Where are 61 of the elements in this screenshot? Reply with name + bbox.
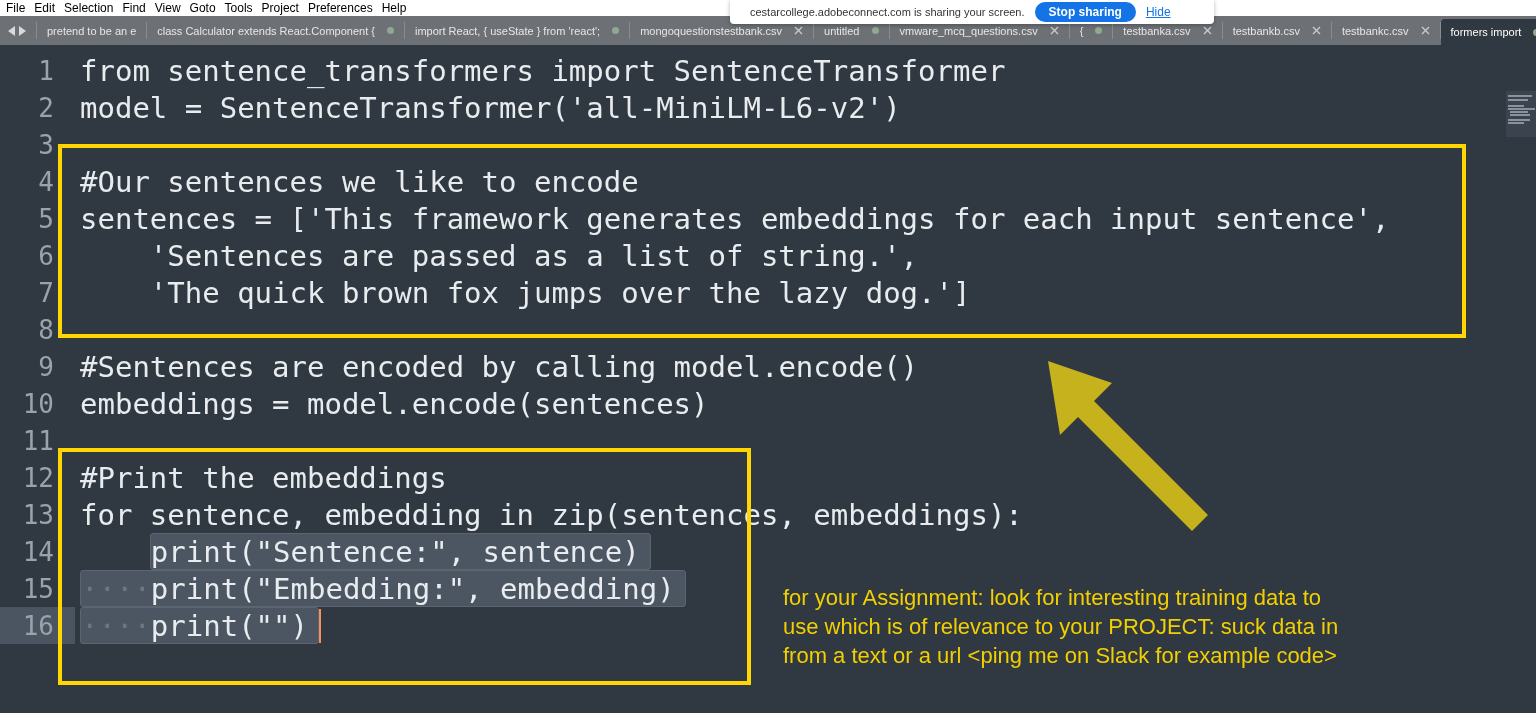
unsaved-dot-icon [386,27,394,34]
file-tab[interactable]: class Calculator extends React.Component { [147,22,405,39]
line-number: 16 [22,610,54,641]
line-number: 12 [22,462,54,493]
close-icon[interactable] [1202,26,1212,35]
menu-item[interactable]: Project [261,1,308,15]
menu-item[interactable]: Preferences [307,1,382,15]
unsaved-dot-icon [871,27,879,34]
menu-item[interactable]: File [6,1,35,15]
unsaved-dot-icon [612,27,620,34]
code-line: from sentence_transformers import SentenceTransformer [80,53,1006,88]
menu-item[interactable]: Selection [64,1,123,15]
file-tab[interactable]: testbankc.csv [1331,22,1441,39]
share-message: cestarcollege.adobeconnect.com is sharing your screen. [750,6,1025,18]
line-number: 15 [22,573,54,604]
menu-item[interactable]: Help [381,1,416,15]
close-icon[interactable] [1311,26,1321,35]
stop-sharing-button[interactable]: Stop sharing [1034,2,1136,22]
unsaved-dot-icon [1095,27,1103,34]
line-number: 5 [38,203,54,234]
close-icon[interactable] [1420,26,1430,35]
close-icon[interactable] [1049,26,1059,35]
line-number: 2 [38,92,54,123]
line-number: 7 [38,277,54,308]
selected-code: print("Sentence:", sentence) [149,533,652,570]
line-number: 10 [22,388,54,419]
file-tab[interactable]: formers import [1440,19,1536,45]
line-number: 9 [38,351,54,382]
line-number: 11 [22,425,54,456]
line-number: 4 [38,166,54,197]
line-number: 13 [22,499,54,530]
menu-item[interactable]: Edit [34,1,65,15]
line-number: 8 [38,314,54,345]
line-number: 3 [38,129,54,160]
hide-link[interactable]: Hide [1145,5,1171,19]
code-line: #Print the embeddings [80,460,447,495]
code-line: sentences = ['This framework generates embeddings for each input sentence', [80,201,1390,236]
code-line: #Sentences are encoded by calling model.encode() [80,349,919,384]
selected-code: ····print("") [80,607,320,644]
code-line: embeddings = model.encode(sentences) [80,386,709,421]
file-tab[interactable]: testbankb.csv [1222,22,1332,39]
minimap-drawing[interactable] [1506,91,1536,137]
code-line: model = SentenceTransformer('all-MiniLM-L6-v2') [80,90,901,125]
selected-code: ····print("Embedding:", embedding) [80,570,687,607]
back-arrow-icon[interactable] [8,25,15,36]
line-number: 14 [22,536,54,567]
line-number: 1 [38,55,54,86]
menu-item[interactable]: Tools [224,1,262,15]
code-line: 'Sentences are passed as a list of string.', [149,238,919,273]
text-cursor [319,608,322,643]
line-number: 6 [38,240,54,271]
close-icon[interactable] [794,26,803,35]
assignment-note: for your Assignment: look for interesting training data to use which is of relevance to your PROJECT: suck data in from a text or a url <ping me on Slack for example code> [783,584,1339,670]
file-tab[interactable]: pretend to be an e [37,22,148,39]
menu-item[interactable]: Find [122,1,155,15]
code-line: 'The quick brown fox jumps over the lazy dog.'] [149,275,971,310]
forward-arrow-icon[interactable] [19,25,26,36]
file-tab[interactable]: import React, { useState } from 'react'; [404,22,631,39]
menu-item[interactable]: View [154,1,190,15]
code-line: #Our sentences we like to encode [80,164,639,199]
menu-item[interactable]: Goto [189,1,225,15]
